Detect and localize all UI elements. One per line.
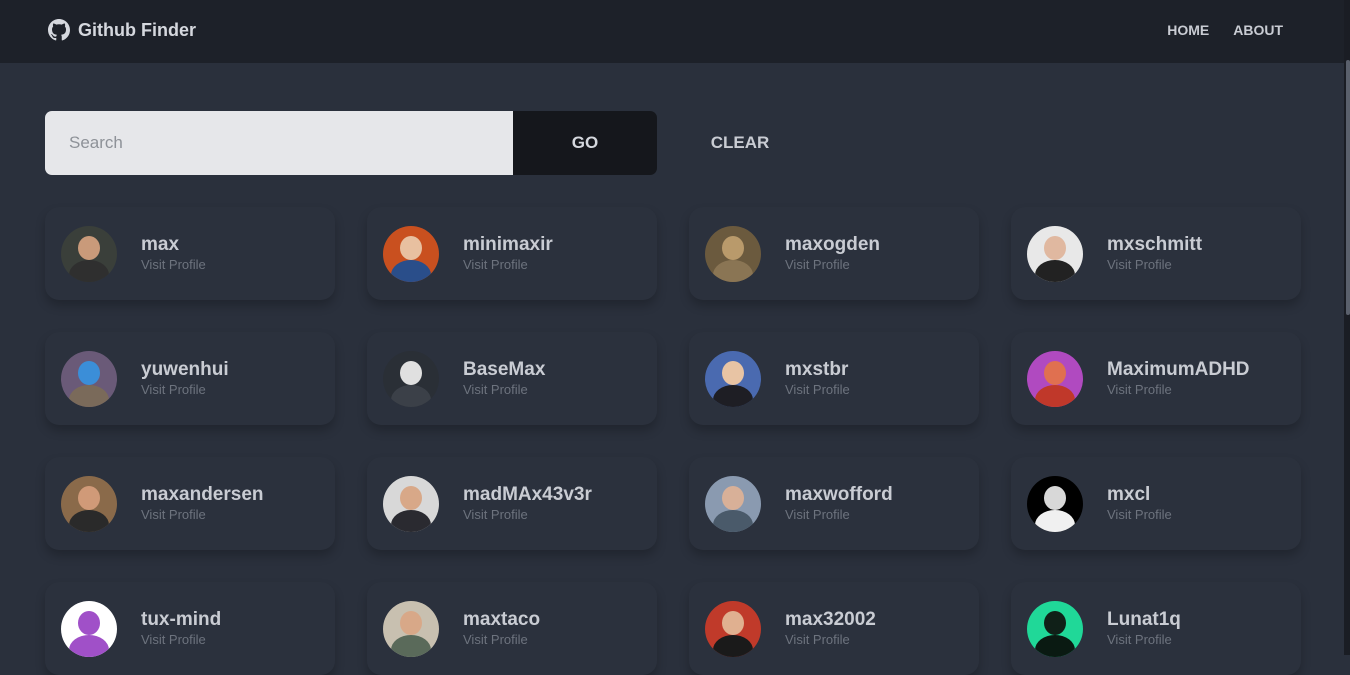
visit-profile-link[interactable]: Visit Profile (785, 631, 876, 649)
visit-profile-link[interactable]: Visit Profile (141, 256, 206, 274)
user-grid: max Visit Profile minimaxir Visit Profile ma… (45, 207, 1301, 675)
search-form: GO (45, 111, 657, 175)
avatar (383, 225, 439, 282)
avatar (1027, 350, 1083, 407)
user-card-text: mxcl Visit Profile (1107, 484, 1172, 524)
clear-button[interactable]: CLEAR (690, 111, 790, 175)
visit-profile-link[interactable]: Visit Profile (785, 381, 850, 399)
username: tux-mind (141, 608, 222, 630)
user-card[interactable]: max Visit Profile (45, 207, 335, 300)
visit-profile-link[interactable]: Visit Profile (785, 256, 880, 274)
user-card-text: Lunat1q Visit Profile (1107, 609, 1181, 649)
username: max32002 (785, 608, 876, 630)
visit-profile-link[interactable]: Visit Profile (463, 631, 540, 649)
avatar (705, 350, 761, 407)
avatar (61, 350, 117, 407)
avatar (383, 350, 439, 407)
user-card-text: maxandersen Visit Profile (141, 484, 264, 524)
user-card-text: max32002 Visit Profile (785, 609, 876, 649)
user-card-text: MaximumADHD Visit Profile (1107, 359, 1250, 399)
visit-profile-link[interactable]: Visit Profile (141, 506, 264, 524)
avatar (705, 600, 761, 657)
user-card-text: maxogden Visit Profile (785, 234, 880, 274)
brand[interactable]: Github Finder (48, 19, 196, 41)
username: yuwenhui (141, 358, 229, 380)
user-card-text: minimaxir Visit Profile (463, 234, 553, 274)
visit-profile-link[interactable]: Visit Profile (141, 381, 229, 399)
user-card[interactable]: minimaxir Visit Profile (367, 207, 657, 300)
user-card-text: yuwenhui Visit Profile (141, 359, 229, 399)
avatar (383, 600, 439, 657)
username: maxandersen (141, 483, 264, 505)
username: minimaxir (463, 233, 553, 255)
avatar (383, 475, 439, 532)
user-card[interactable]: mxschmitt Visit Profile (1011, 207, 1301, 300)
avatar (61, 225, 117, 282)
username: BaseMax (463, 358, 546, 380)
user-card-text: BaseMax Visit Profile (463, 359, 545, 399)
user-card[interactable]: maxwofford Visit Profile (689, 457, 979, 550)
user-card[interactable]: maxogden Visit Profile (689, 207, 979, 300)
avatar (1027, 225, 1083, 282)
username: maxtaco (463, 608, 541, 630)
username: Lunat1q (1107, 608, 1181, 630)
nav-links: HOME ABOUT (1167, 22, 1283, 38)
visit-profile-link[interactable]: Visit Profile (1107, 256, 1202, 274)
user-card[interactable]: madMAx43v3r Visit Profile (367, 457, 657, 550)
search-input[interactable] (45, 111, 513, 175)
avatar (61, 600, 117, 657)
username: maxogden (785, 233, 881, 255)
user-card[interactable]: maxandersen Visit Profile (45, 457, 335, 550)
user-card[interactable]: max32002 Visit Profile (689, 582, 979, 675)
brand-title: Github Finder (78, 19, 196, 40)
username: maxwofford (785, 483, 893, 505)
user-card[interactable]: Lunat1q Visit Profile (1011, 582, 1301, 675)
username: max (141, 233, 180, 255)
username: mxstbr (785, 358, 849, 380)
go-button[interactable]: GO (513, 111, 657, 175)
user-card[interactable]: mxstbr Visit Profile (689, 332, 979, 425)
user-card[interactable]: yuwenhui Visit Profile (45, 332, 335, 425)
visit-profile-link[interactable]: Visit Profile (785, 506, 893, 524)
user-card-text: tux-mind Visit Profile (141, 609, 221, 649)
user-card[interactable]: maxtaco Visit Profile (367, 582, 657, 675)
avatar (1027, 600, 1083, 657)
user-card[interactable]: tux-mind Visit Profile (45, 582, 335, 675)
scrollbar[interactable] (1344, 0, 1350, 655)
visit-profile-link[interactable]: Visit Profile (1107, 506, 1172, 524)
username: mxschmitt (1107, 233, 1203, 255)
user-card-text: maxwofford Visit Profile (785, 484, 893, 524)
user-card[interactable]: MaximumADHD Visit Profile (1011, 332, 1301, 425)
user-card-text: mxschmitt Visit Profile (1107, 234, 1202, 274)
visit-profile-link[interactable]: Visit Profile (463, 381, 545, 399)
nav-link-home[interactable]: HOME (1167, 22, 1209, 38)
nav-link-about[interactable]: ABOUT (1233, 22, 1283, 38)
visit-profile-link[interactable]: Visit Profile (463, 256, 553, 274)
navbar: Github Finder HOME ABOUT (0, 0, 1350, 63)
avatar (705, 225, 761, 282)
visit-profile-link[interactable]: Visit Profile (463, 506, 592, 524)
visit-profile-link[interactable]: Visit Profile (141, 631, 221, 649)
user-card-text: max Visit Profile (141, 234, 206, 274)
username: madMAx43v3r (463, 483, 592, 505)
username: mxcl (1107, 483, 1151, 505)
username: MaximumADHD (1107, 358, 1250, 380)
visit-profile-link[interactable]: Visit Profile (1107, 381, 1250, 399)
user-card-text: madMAx43v3r Visit Profile (463, 484, 592, 524)
github-icon (48, 19, 70, 41)
user-card-text: maxtaco Visit Profile (463, 609, 540, 649)
user-card-text: mxstbr Visit Profile (785, 359, 850, 399)
avatar (61, 475, 117, 532)
avatar (705, 475, 761, 532)
visit-profile-link[interactable]: Visit Profile (1107, 631, 1181, 649)
avatar (1027, 475, 1083, 532)
user-card[interactable]: BaseMax Visit Profile (367, 332, 657, 425)
scrollbar-thumb[interactable] (1346, 60, 1350, 315)
user-card[interactable]: mxcl Visit Profile (1011, 457, 1301, 550)
